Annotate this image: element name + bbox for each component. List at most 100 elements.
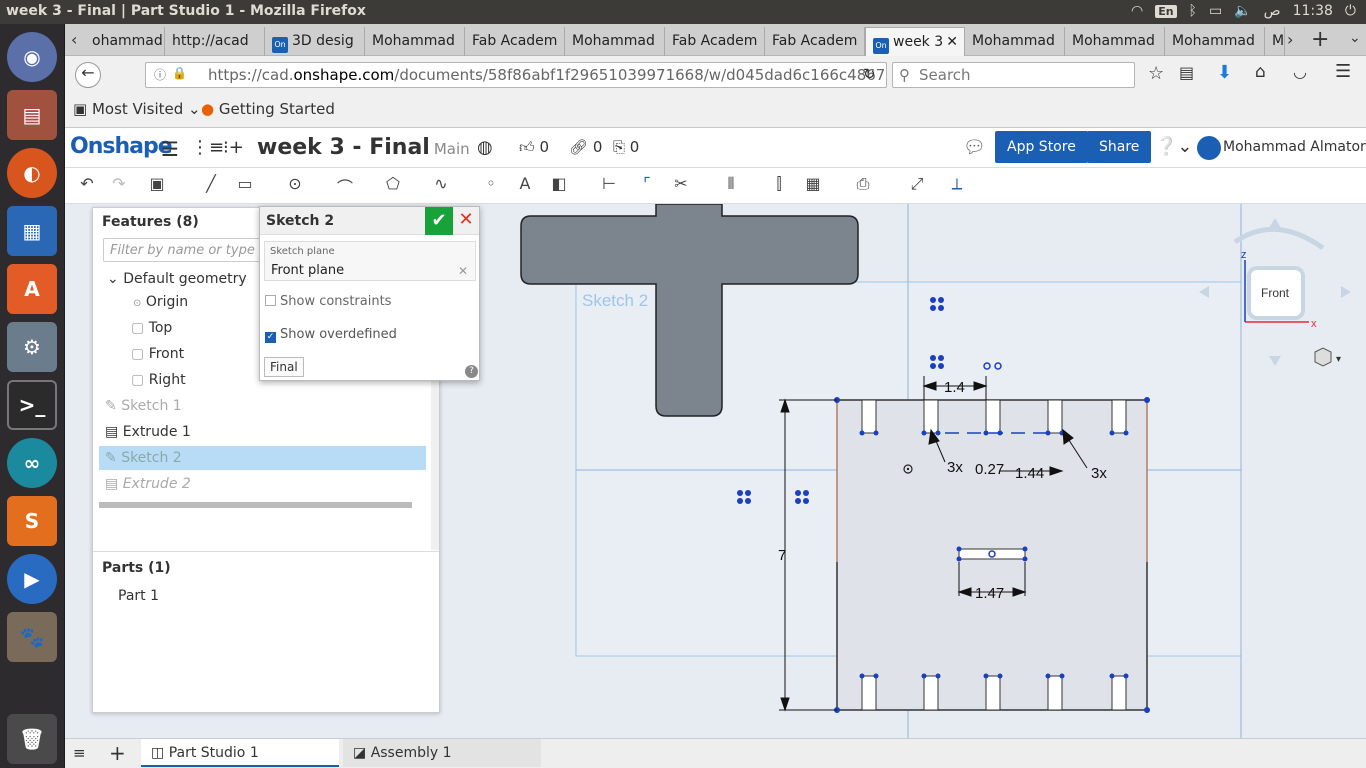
feature-origin[interactable]: ⊙ Origin — [133, 294, 188, 310]
accept-button[interactable]: ✔ — [425, 207, 453, 235]
view-down-arrow[interactable] — [1269, 356, 1281, 366]
redo-icon[interactable]: ↷ — [107, 174, 131, 198]
browser-tab[interactable]: http://acad — [165, 27, 265, 56]
text-tool-icon[interactable]: A — [513, 174, 537, 198]
chevron-down-icon[interactable]: ⌄ — [107, 271, 119, 287]
bluetooth-icon[interactable]: ᛒ — [1189, 3, 1197, 19]
show-overdefined-option[interactable]: ✓ Show overdefined — [265, 327, 397, 343]
vertex[interactable] — [935, 430, 941, 436]
vertex[interactable] — [983, 430, 989, 436]
browser-tab[interactable]: ohammad — [85, 27, 165, 56]
settings-icon[interactable]: ⚙ — [7, 322, 57, 372]
vertex[interactable] — [921, 430, 927, 436]
tab-manager-icon[interactable]: ≡ — [73, 744, 86, 762]
tab-part-studio[interactable]: ◫ Part Studio 1 — [141, 739, 339, 767]
undo-icon[interactable]: ↶ — [75, 174, 99, 198]
most-visited-bookmark[interactable]: ▣ Most Visited ⌄ — [73, 100, 201, 118]
vertex[interactable] — [873, 430, 879, 436]
getting-started-bookmark[interactable]: ● Getting Started — [201, 100, 335, 118]
reload-icon[interactable]: ↻ — [863, 65, 876, 83]
app-store-button[interactable]: App Store — [995, 131, 1088, 163]
slot[interactable] — [1047, 399, 1063, 434]
arduino-icon[interactable]: ∞ — [7, 438, 57, 488]
scroll-tabs-right-icon[interactable]: › — [1287, 30, 1293, 49]
show-constraints-checkbox[interactable] — [265, 295, 276, 306]
add-tab-icon[interactable]: + — [109, 741, 126, 765]
constraint-tool-icon[interactable]: ⟂ — [945, 174, 969, 198]
vertex[interactable] — [1059, 673, 1065, 679]
browser-tab[interactable]: Fab Academ — [765, 27, 865, 56]
slot[interactable] — [1047, 675, 1063, 711]
vertex[interactable] — [859, 430, 865, 436]
spline-tool-icon[interactable]: ∿ — [429, 174, 453, 198]
user-menu[interactable]: Mohammad Almatori ▾ — [1223, 139, 1366, 155]
firefox-icon[interactable]: ◐ — [7, 148, 57, 198]
vertex[interactable] — [1045, 673, 1051, 679]
dim-label-1-4[interactable]: 1.4 — [944, 379, 965, 396]
sublime-icon[interactable]: S — [7, 496, 57, 546]
copies[interactable]: ⎘ 0 — [613, 138, 639, 156]
home-icon[interactable]: ⌂ — [1255, 62, 1266, 82]
feature-extrude1[interactable]: ▤ Extrude 1 — [105, 424, 191, 440]
slot[interactable] — [861, 675, 877, 711]
arc-tool-icon[interactable]: ⌒ — [333, 174, 357, 198]
url-bar[interactable]: ⓘ 🔒 https://cad.onshape.com/documents/58… — [145, 62, 887, 88]
dim-label-1-44[interactable]: 1.44 — [1015, 465, 1044, 482]
dim-label-3x-left[interactable]: 3x — [947, 459, 963, 476]
power-icon[interactable]: ⏻ — [1345, 3, 1356, 19]
search-input[interactable]: ⚲ Search — [892, 62, 1135, 88]
construction-tool-icon[interactable]: ⤢ — [905, 174, 929, 198]
onshape-logo[interactable]: Onshape — [70, 134, 173, 159]
vertex[interactable] — [1022, 546, 1028, 552]
fillet-tool-icon[interactable]: ⌜ — [635, 174, 659, 198]
slot[interactable] — [1111, 675, 1127, 711]
tab-list-icon[interactable]: ⌄ — [1349, 30, 1361, 46]
writer-icon[interactable]: ▦ — [7, 206, 57, 256]
pattern-tool-icon[interactable]: ▦ — [801, 174, 825, 198]
vertex[interactable] — [997, 430, 1003, 436]
trim-tool-icon[interactable]: ✂ — [669, 174, 693, 198]
browser-tab[interactable]: Mohammad — [965, 27, 1065, 56]
feature-list-icon[interactable]: ⋮≡ — [191, 137, 224, 158]
clear-plane-icon[interactable]: ✕ — [458, 264, 468, 278]
likes[interactable]: 👍︎ 0 — [519, 138, 549, 157]
dxf-import-icon[interactable]: ⎙ — [851, 174, 875, 198]
use-tool-icon[interactable]: ◧ — [547, 174, 571, 198]
file-manager-icon[interactable]: ▤ — [7, 90, 57, 140]
battery-icon[interactable]: ▭ — [1209, 3, 1222, 19]
slot[interactable] — [923, 675, 939, 711]
browser-tab[interactable]: Mohammad — [365, 27, 465, 56]
vertex[interactable] — [983, 673, 989, 679]
vertex[interactable] — [935, 673, 941, 679]
feature-top-plane[interactable]: ▢ Top — [131, 320, 172, 336]
view-rotate-arc[interactable] — [1233, 226, 1325, 251]
downloads-icon[interactable]: ⬇ — [1217, 62, 1232, 83]
render-mode-caret-icon[interactable]: ▾ — [1336, 354, 1341, 365]
polygon-tool-icon[interactable]: ⬠ — [381, 174, 405, 198]
vertex[interactable] — [873, 673, 879, 679]
media-player-icon[interactable]: ▶ — [7, 554, 57, 604]
offset-tool-icon[interactable]: ⫴ — [719, 174, 743, 198]
back-button[interactable]: ← — [75, 62, 101, 88]
vertex[interactable] — [1022, 556, 1028, 562]
terminal-icon[interactable]: >_ — [7, 380, 57, 430]
browser-tab[interactable]: Fab Academ — [665, 27, 765, 56]
rectangle-tool-icon[interactable]: ▭ — [233, 174, 257, 198]
comments-icon[interactable]: 💬︎ — [963, 137, 986, 158]
feature-filter-input[interactable]: Filter by name or type — [103, 238, 263, 262]
browser-tab[interactable]: Mohammad — [565, 27, 665, 56]
final-button[interactable]: Final — [264, 357, 304, 377]
browser-tab[interactable]: Fab Academ — [465, 27, 565, 56]
feature-right-plane[interactable]: ▢ Right — [131, 372, 186, 388]
wifi-icon[interactable]: ◠ — [1131, 3, 1143, 19]
point-tool-icon[interactable]: ◦ — [479, 174, 503, 198]
browser-tab[interactable]: Mohammad — [1165, 27, 1265, 56]
slot[interactable] — [861, 399, 877, 434]
view-right-arrow[interactable] — [1341, 286, 1351, 298]
dim-label-1-47[interactable]: 1.47 — [975, 585, 1004, 602]
dim-label-3x-right[interactable]: 3x — [1091, 465, 1107, 482]
trash-icon[interactable]: 🗑 — [7, 714, 57, 764]
share-button[interactable]: Share — [1087, 131, 1152, 163]
vertex[interactable] — [1144, 707, 1150, 713]
clock[interactable]: 11:38 — [1293, 3, 1333, 19]
